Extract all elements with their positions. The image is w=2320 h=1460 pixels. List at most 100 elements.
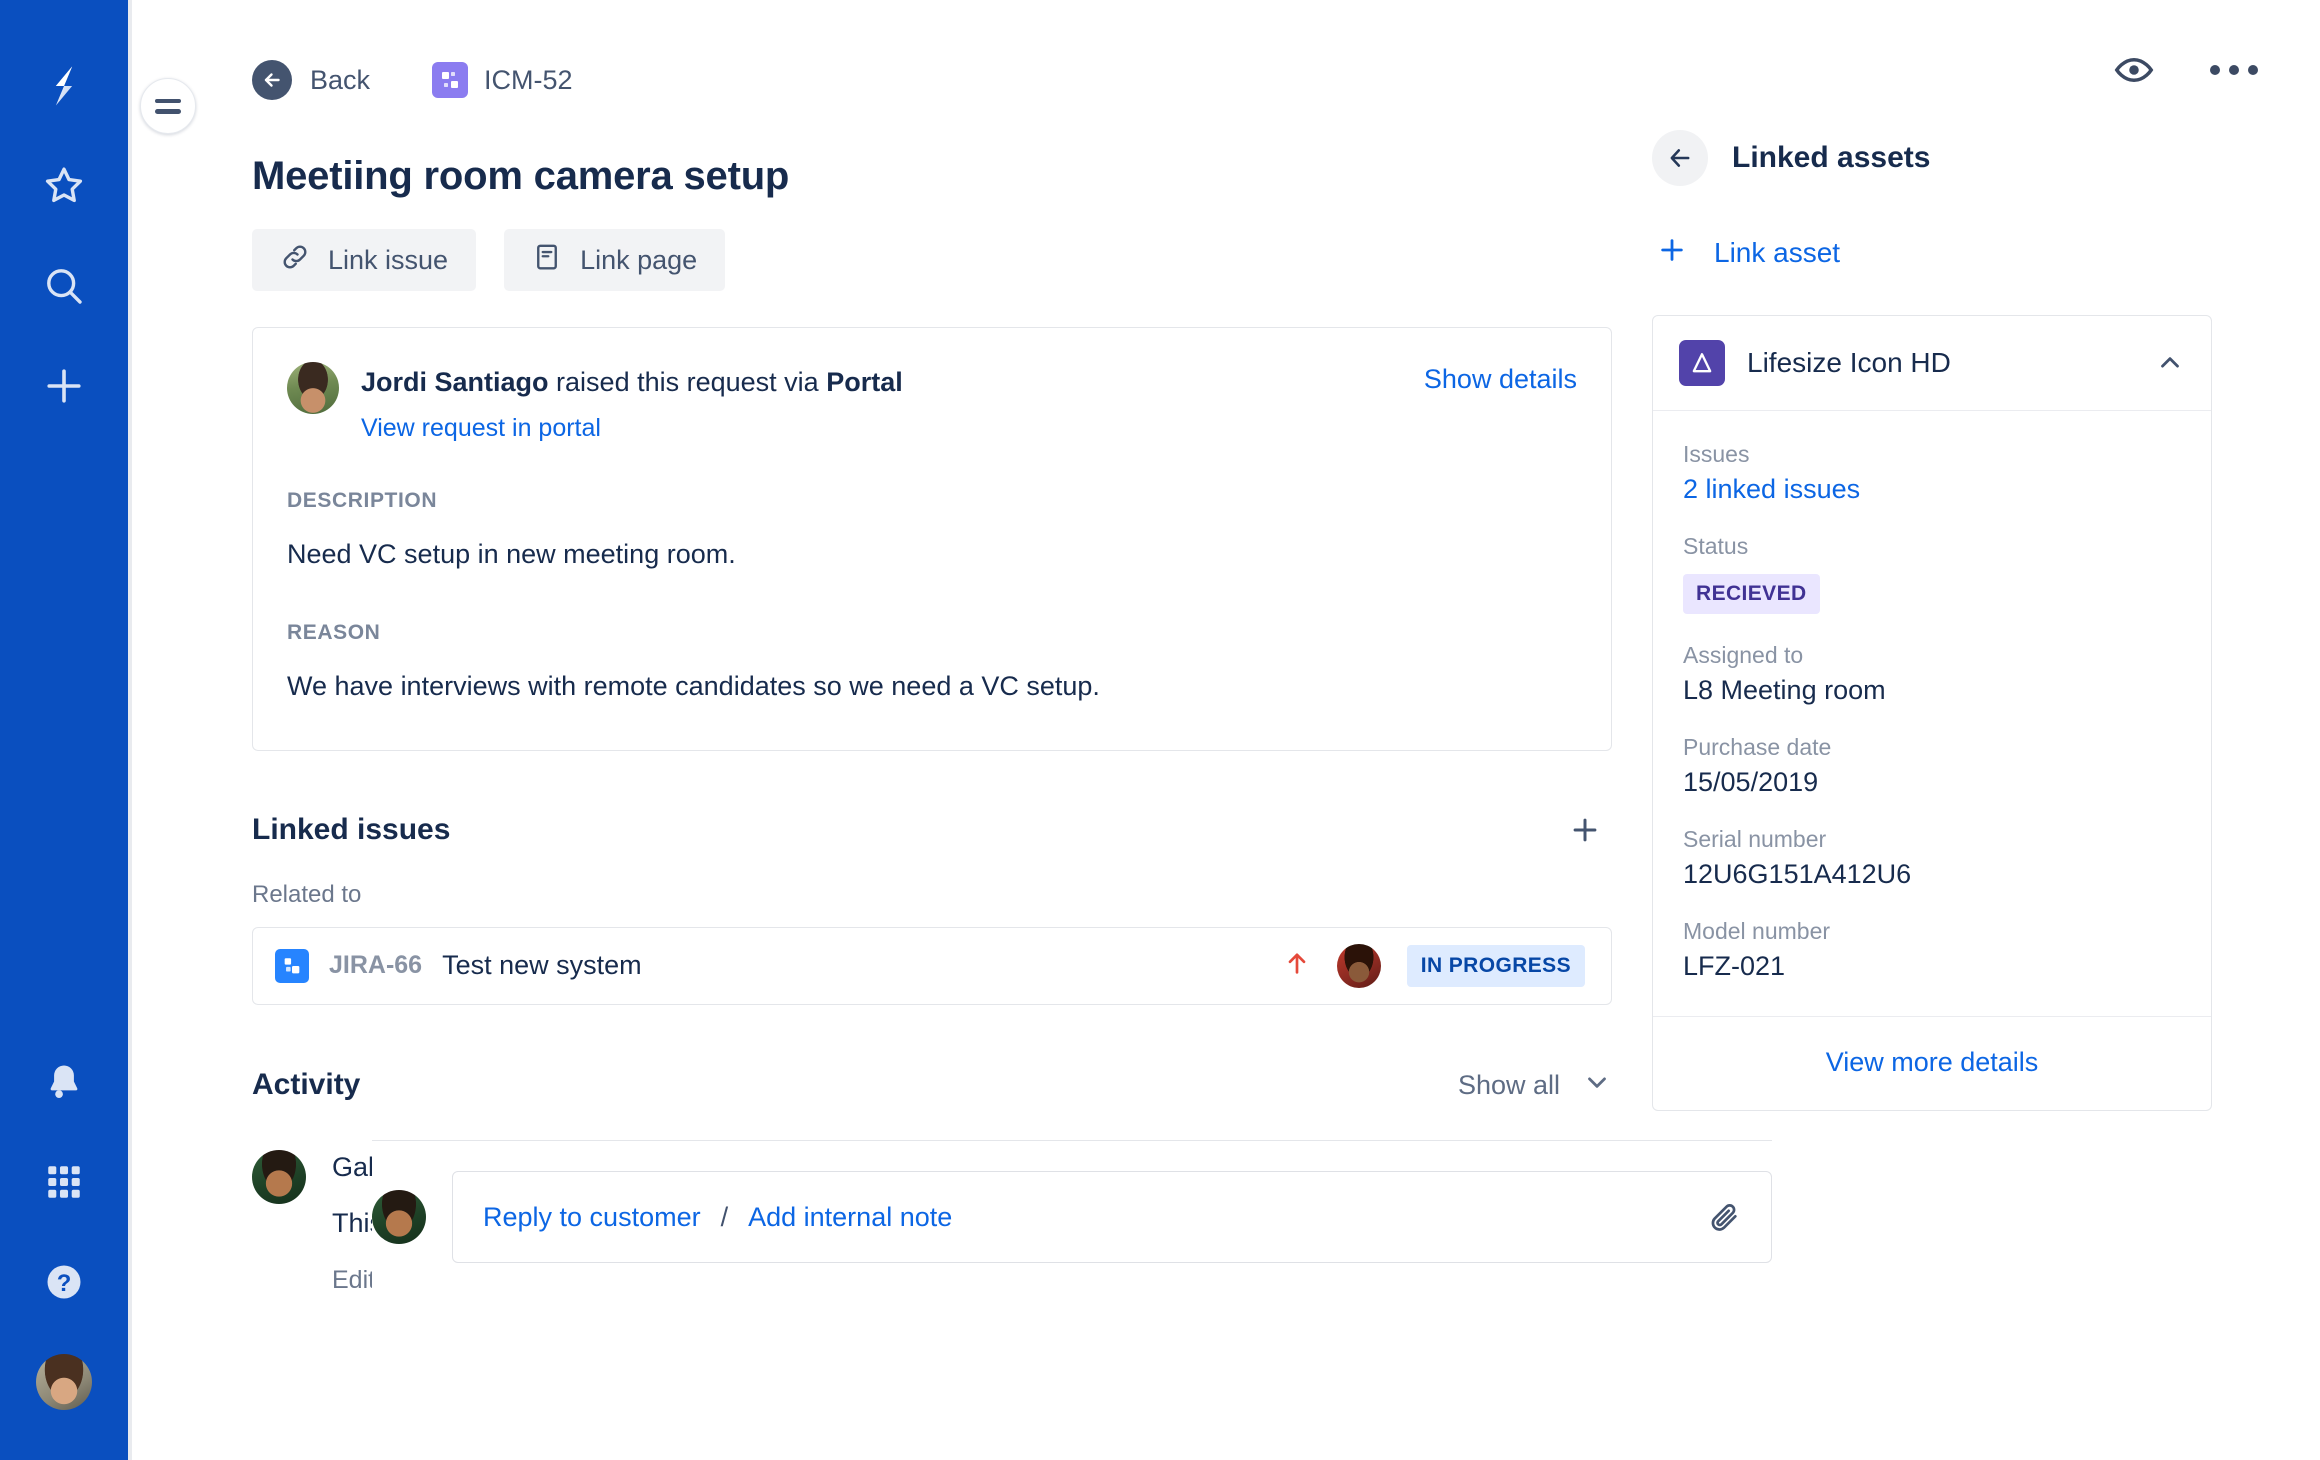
page-icon <box>532 242 562 279</box>
asset-field-label-assigned-to: Assigned to <box>1683 642 1804 668</box>
linked-issue-key[interactable]: JIRA-66 <box>329 951 422 980</box>
chevron-down-icon <box>1582 1067 1612 1104</box>
request-raised-line: Jordi Santiago raised this request via P… <box>361 366 903 398</box>
composer-row: Reply to customer / Add internal note <box>372 1171 1772 1264</box>
link-issue-button[interactable]: Link issue <box>252 229 477 291</box>
star-icon[interactable] <box>28 150 100 222</box>
asset-logo-icon <box>1679 340 1725 386</box>
plus-icon[interactable] <box>28 350 100 422</box>
comment-composer: Reply to customer / Add internal note <box>372 1140 1772 1298</box>
avatar <box>36 1354 92 1410</box>
asset-field-label-purchase-date: Purchase date <box>1683 734 1832 760</box>
reporter-name: Jordi Santiago <box>361 367 549 397</box>
show-all-dropdown[interactable]: Show all <box>1458 1067 1612 1104</box>
status-badge[interactable]: IN PROGRESS <box>1406 944 1585 987</box>
priority-high-icon <box>1283 949 1311 982</box>
add-internal-note-button[interactable]: Add internal note <box>748 1202 952 1233</box>
request-reporter-text: Jordi Santiago raised this request via P… <box>361 362 903 443</box>
asset-linked-issues-link[interactable]: 2 linked issues <box>1683 474 2181 505</box>
link-page-button[interactable]: Link page <box>504 229 726 291</box>
avatar[interactable] <box>1336 943 1381 988</box>
asset-field-label-status: Status <box>1683 533 1749 559</box>
page-title: Meetiing room camera setup <box>252 154 790 198</box>
profile-avatar[interactable] <box>28 1346 100 1418</box>
link-asset-button[interactable]: Link asset <box>1652 234 2272 271</box>
asset-field-label-model-number: Model number <box>1683 918 1831 944</box>
linked-assets-panel: Linked assets Link asset Lifesize Icon H… <box>1652 120 2272 1297</box>
jira-task-icon <box>275 948 309 983</box>
asset-card-header[interactable]: Lifesize Icon HD <box>1653 316 2211 411</box>
linked-assets-header: Linked assets <box>1652 130 2272 186</box>
search-icon[interactable] <box>28 250 100 322</box>
issue-key-label: ICM-52 <box>484 64 573 95</box>
global-sidebar: ? <box>0 0 128 1460</box>
asset-card-footer: View more details <box>1653 1016 2211 1110</box>
request-channel: Portal <box>826 367 903 397</box>
back-button[interactable]: Back <box>252 60 370 100</box>
asset-fields: Issues 2 linked issues Status RECIEVED A… <box>1653 411 2211 1016</box>
link-issue-label: Link issue <box>328 244 449 275</box>
composer-divider: / <box>720 1201 729 1232</box>
asset-field-label-issues: Issues <box>1683 441 1750 467</box>
hamburger-icon <box>155 98 181 114</box>
arrow-left-icon <box>252 60 292 100</box>
eye-icon[interactable] <box>2112 48 2156 92</box>
avatar <box>252 1149 306 1204</box>
jira-service-desk-app: ? Back ICM-52 Meetiing room camera setup… <box>0 0 2320 1460</box>
linked-issues-header: Linked issues <box>252 803 1612 857</box>
asset-field-label-serial-number: Serial number <box>1683 826 1827 852</box>
raised-text: raised this request via <box>556 367 819 397</box>
link-icon <box>280 242 310 279</box>
more-options-icon[interactable] <box>2210 65 2258 75</box>
asset-serial-number-value: 12U6G151A412U6 <box>1683 859 1912 889</box>
reason-value: We have interviews with remote candidate… <box>287 670 1100 701</box>
panel-back-button[interactable] <box>1652 130 1708 186</box>
description-label: DESCRIPTION <box>287 489 438 513</box>
edit-comment-link[interactable]: Edit <box>332 1266 375 1295</box>
chevron-up-icon[interactable] <box>2155 348 2185 378</box>
apps-grid-icon[interactable] <box>28 1146 100 1218</box>
linked-issue-summary[interactable]: Test new system <box>442 950 642 981</box>
activity-header: Activity Show all <box>252 1067 1612 1104</box>
asset-assigned-to-value: L8 Meeting room <box>1683 675 1886 705</box>
asset-card: Lifesize Icon HD Issues 2 linked issues … <box>1652 315 2212 1111</box>
bell-icon[interactable] <box>28 1046 100 1118</box>
request-details-card: Show details Jordi Santiago raised this … <box>252 327 1612 751</box>
asset-name: Lifesize Icon HD <box>1747 347 1951 378</box>
issue-link-actions: Link issue Link page <box>252 229 1612 291</box>
asset-purchase-date-value: 15/05/2019 <box>1683 767 1819 797</box>
add-linked-issue-button[interactable] <box>1558 803 1612 857</box>
panel-title: Linked assets <box>1732 141 1931 174</box>
show-all-label: Show all <box>1457 1069 1560 1100</box>
asset-status-badge: RECIEVED <box>1683 574 1820 614</box>
link-asset-label: Link asset <box>1714 236 1841 268</box>
issue-main-column: Meetiing room camera setup Link issue Li… <box>252 120 1772 1298</box>
show-details-link[interactable]: Show details <box>1424 364 1577 395</box>
jira-logo-icon[interactable] <box>28 50 100 122</box>
plus-icon <box>1656 234 1688 271</box>
reason-label: REASON <box>287 620 381 644</box>
avatar <box>372 1190 426 1245</box>
svg-text:?: ? <box>57 1270 72 1297</box>
table-row[interactable]: JIRA-66 Test new system IN PROGRESS <box>252 926 1612 1005</box>
paperclip-icon[interactable] <box>1707 1200 1741 1234</box>
view-request-in-portal-link[interactable]: View request in portal <box>361 414 601 443</box>
linked-issue-meta: IN PROGRESS <box>1283 943 1585 988</box>
issue-columns: Meetiing room camera setup Link issue Li… <box>252 120 2320 1298</box>
sidebar-collapse-button[interactable] <box>140 78 196 134</box>
asset-model-number-value: LFZ-021 <box>1683 951 1786 981</box>
topbar-actions <box>2112 48 2258 92</box>
view-more-details-link[interactable]: View more details <box>1826 1047 2039 1077</box>
linked-issues-relation-label: Related to <box>252 880 362 908</box>
issue-topbar: Back ICM-52 <box>252 0 2320 120</box>
composer-input-box[interactable]: Reply to customer / Add internal note <box>452 1171 1772 1264</box>
help-icon[interactable]: ? <box>28 1246 100 1318</box>
back-label: Back <box>310 64 371 95</box>
activity-title: Activity <box>252 1068 361 1102</box>
reply-to-customer-button[interactable]: Reply to customer <box>483 1202 701 1233</box>
global-sidebar-top <box>28 0 100 422</box>
avatar <box>287 362 339 414</box>
request-reporter-row: Jordi Santiago raised this request via P… <box>287 362 1577 443</box>
global-sidebar-bottom: ? <box>28 1046 100 1460</box>
breadcrumb-issue-key[interactable]: ICM-52 <box>432 62 573 98</box>
